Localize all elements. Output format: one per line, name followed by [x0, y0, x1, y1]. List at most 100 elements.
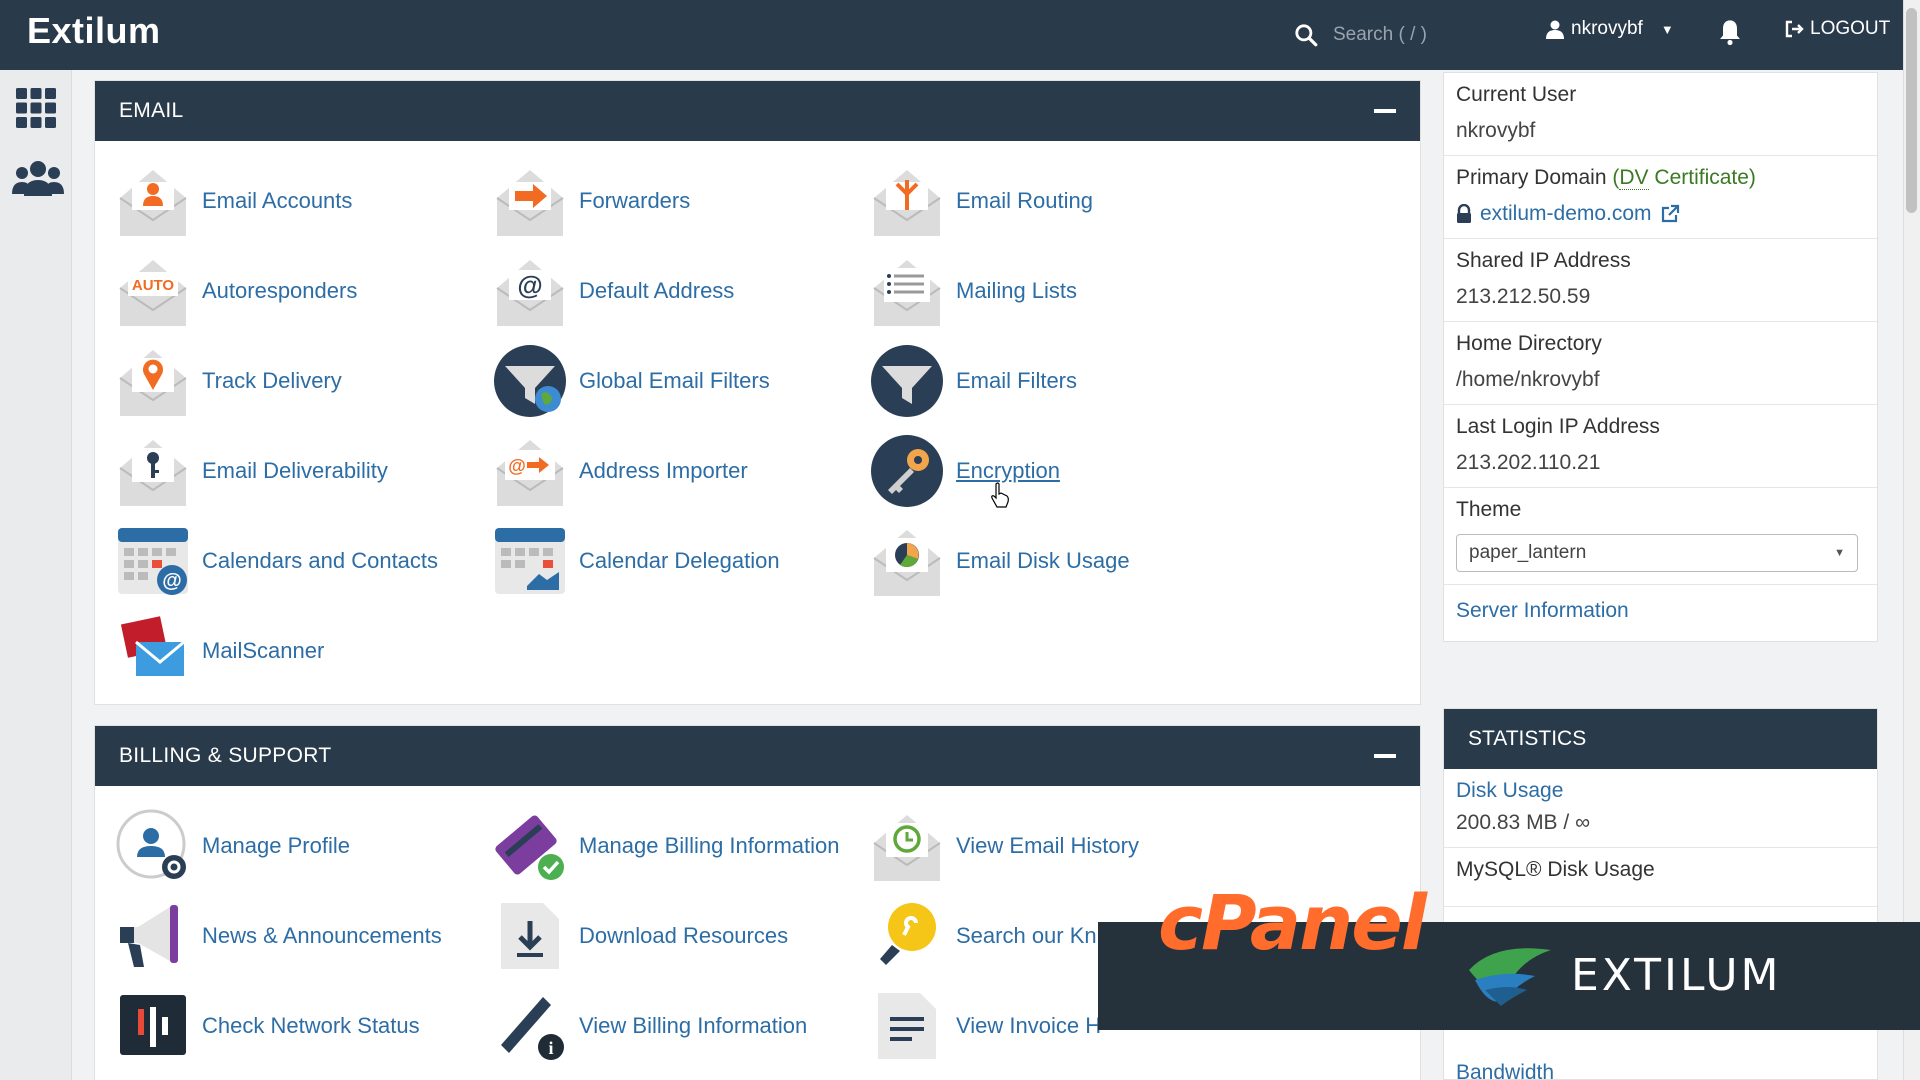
scrollbar-thumb[interactable]	[1906, 8, 1917, 213]
email-accounts-item[interactable]: Email Accounts	[116, 163, 352, 239]
current-user-value: nkrovybf	[1456, 119, 1536, 142]
email-panel-header[interactable]: EMAIL	[95, 81, 1420, 141]
bandwidth-link[interactable]: Bandwidth	[1456, 1061, 1554, 1079]
track-delivery-label: Track Delivery	[202, 368, 342, 393]
dv-abbr[interactable]: DV	[1619, 166, 1649, 190]
calendars-contacts-item[interactable]: @ Calendars and Contacts	[116, 523, 438, 599]
mailing-lists-item[interactable]: Mailing Lists	[870, 253, 1077, 329]
bandwidth-row: Bandwidth	[1456, 1061, 1554, 1079]
theme-select[interactable]: paper_lantern ▼	[1456, 534, 1858, 572]
search-bar[interactable]	[1293, 18, 1513, 52]
shared-ip-label: Shared IP Address	[1456, 249, 1631, 272]
search-icon[interactable]	[1293, 22, 1319, 48]
username-label: nkrovybf	[1571, 18, 1643, 39]
theme-value: paper_lantern	[1469, 542, 1587, 563]
extilum-wordmark: EXTILUM	[1571, 949, 1782, 1001]
cpanel-logo: cPanel	[1158, 878, 1427, 967]
view-invoice-item[interactable]: View Invoice H	[870, 988, 1101, 1064]
global-email-filters-item[interactable]: Global Email Filters	[493, 343, 770, 419]
email-disk-usage-icon	[873, 530, 941, 596]
top-bar: Extilum nkrovybf ▼ LOGOUT	[0, 0, 1920, 70]
brand-logo[interactable]: Extilum	[27, 10, 161, 52]
lock-icon	[1457, 204, 1471, 223]
knowledge-base-item[interactable]: Search our Kn	[870, 898, 1097, 974]
domain-line: extilum-demo.com	[1456, 202, 1865, 226]
mailscanner-icon	[120, 616, 185, 676]
view-email-history-item[interactable]: View Email History	[870, 808, 1139, 884]
svg-text:@: @	[508, 456, 526, 476]
track-delivery-icon	[119, 350, 187, 416]
global-email-filters-label: Global Email Filters	[579, 368, 770, 393]
manage-profile-icon	[116, 809, 186, 879]
general-info-panel: Current User nkrovybf Primary Domain (DV…	[1443, 72, 1878, 642]
shared-ip-row: Shared IP Address 213.212.50.59	[1444, 239, 1877, 322]
autoresponders-icon: AUTO	[119, 260, 187, 326]
address-importer-item[interactable]: @ Address Importer	[493, 433, 748, 509]
calendar-delegation-icon	[495, 528, 565, 594]
network-status-icon	[120, 995, 186, 1055]
view-email-history-icon	[873, 815, 941, 881]
email-routing-label: Email Routing	[956, 188, 1093, 213]
primary-domain-link[interactable]: extilum-demo.com	[1480, 202, 1652, 226]
bell-icon[interactable]	[1716, 18, 1744, 46]
email-filters-label: Email Filters	[956, 368, 1078, 393]
news-item[interactable]: News & Announcements	[116, 898, 442, 974]
email-deliverability-icon	[119, 440, 187, 506]
email-accounts-icon	[119, 170, 187, 236]
email-routing-item[interactable]: Email Routing	[870, 163, 1093, 239]
svg-text:AUTO: AUTO	[132, 277, 175, 294]
view-invoice-label: View Invoice H	[956, 1013, 1102, 1038]
mailscanner-item[interactable]: MailScanner	[116, 613, 324, 689]
certificate-label: Certificate)	[1648, 166, 1756, 189]
pencil-info-icon: i	[501, 997, 564, 1060]
download-resources-item[interactable]: Download Resources	[493, 898, 788, 974]
network-status-item[interactable]: Check Network Status	[116, 988, 420, 1064]
theme-label: Theme	[1456, 498, 1522, 521]
view-billing-item[interactable]: i View Billing Information	[493, 988, 807, 1064]
forwarders-item[interactable]: Forwarders	[493, 163, 690, 239]
download-resources-label: Download Resources	[579, 923, 789, 948]
collapse-email-button[interactable]	[1374, 109, 1396, 113]
encryption-item[interactable]: Encryption	[870, 433, 1060, 509]
home-dir-label: Home Directory	[1456, 332, 1602, 355]
chevron-down-icon: ▼	[1660, 21, 1674, 37]
manage-billing-icon	[495, 815, 564, 880]
lightbulb-icon	[880, 903, 936, 965]
last-login-value: 213.202.110.21	[1456, 451, 1601, 474]
autoresponders-item[interactable]: AUTO Autoresponders	[116, 253, 357, 329]
user-menu[interactable]: nkrovybf ▼	[1545, 18, 1674, 40]
email-deliverability-item[interactable]: Email Deliverability	[116, 433, 388, 509]
email-routing-icon	[873, 170, 941, 236]
server-information-link[interactable]: Server Information	[1456, 599, 1629, 622]
network-status-label: Check Network Status	[202, 1013, 420, 1038]
primary-domain-label: Primary Domain	[1456, 166, 1607, 189]
billing-panel-header[interactable]: BILLING & SUPPORT	[95, 726, 1420, 786]
statistics-title: STATISTICS	[1444, 709, 1877, 769]
external-link-icon[interactable]	[1660, 204, 1680, 224]
home-dir-value: /home/nkrovybf	[1456, 368, 1600, 391]
email-disk-usage-label: Email Disk Usage	[956, 548, 1130, 573]
billing-panel-title: BILLING & SUPPORT	[119, 744, 332, 767]
default-address-item[interactable]: @ Default Address	[493, 253, 734, 329]
calendar-delegation-label: Calendar Delegation	[579, 548, 780, 573]
manage-billing-item[interactable]: Manage Billing Information	[493, 808, 839, 884]
manage-profile-label: Manage Profile	[202, 833, 350, 858]
manage-profile-item[interactable]: Manage Profile	[116, 808, 350, 884]
sidebar	[0, 70, 72, 1080]
current-user-label: Current User	[1456, 83, 1577, 106]
calendar-delegation-item[interactable]: Calendar Delegation	[493, 523, 780, 599]
email-disk-usage-item[interactable]: Email Disk Usage	[870, 523, 1130, 599]
collapse-billing-button[interactable]	[1374, 754, 1396, 758]
svg-text:@: @	[162, 570, 182, 592]
disk-usage-link[interactable]: Disk Usage	[1456, 779, 1563, 802]
logout-button[interactable]: LOGOUT	[1784, 18, 1890, 40]
search-input[interactable]	[1333, 24, 1513, 46]
apps-grid-icon[interactable]	[14, 86, 58, 130]
address-importer-label: Address Importer	[579, 458, 748, 483]
default-address-icon: @	[496, 260, 564, 326]
users-icon[interactable]	[12, 158, 64, 202]
track-delivery-item[interactable]: Track Delivery	[116, 343, 342, 419]
email-filters-item[interactable]: Email Filters	[870, 343, 1077, 419]
view-billing-label: View Billing Information	[579, 1013, 808, 1038]
view-email-history-label: View Email History	[956, 833, 1139, 858]
